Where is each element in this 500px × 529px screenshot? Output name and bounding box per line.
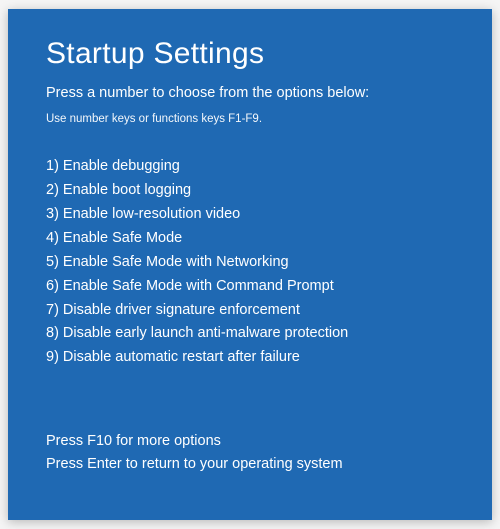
option-8-disable-early-launch-anti-malware[interactable]: 8) Disable early launch anti-malware pro… <box>46 322 454 346</box>
option-7-disable-driver-signature-enforcement[interactable]: 7) Disable driver signature enforcement <box>46 299 454 323</box>
startup-settings-screen: Startup Settings Press a number to choos… <box>8 9 492 520</box>
option-2-enable-boot-logging[interactable]: 2) Enable boot logging <box>46 179 454 203</box>
option-4-enable-safe-mode[interactable]: 4) Enable Safe Mode <box>46 227 454 251</box>
instruction-text: Press a number to choose from the option… <box>46 85 454 101</box>
option-9-disable-automatic-restart[interactable]: 9) Disable automatic restart after failu… <box>46 346 454 370</box>
f10-more-options[interactable]: Press F10 for more options <box>46 430 454 452</box>
key-hint: Use number keys or functions keys F1-F9. <box>46 113 454 125</box>
option-3-enable-low-resolution-video[interactable]: 3) Enable low-resolution video <box>46 203 454 227</box>
option-5-enable-safe-mode-networking[interactable]: 5) Enable Safe Mode with Networking <box>46 251 454 275</box>
enter-return-to-os[interactable]: Press Enter to return to your operating … <box>46 453 454 475</box>
options-list: 1) Enable debugging 2) Enable boot loggi… <box>46 155 454 370</box>
option-1-enable-debugging[interactable]: 1) Enable debugging <box>46 155 454 179</box>
page-title: Startup Settings <box>46 37 454 71</box>
option-6-enable-safe-mode-command-prompt[interactable]: 6) Enable Safe Mode with Command Prompt <box>46 275 454 299</box>
